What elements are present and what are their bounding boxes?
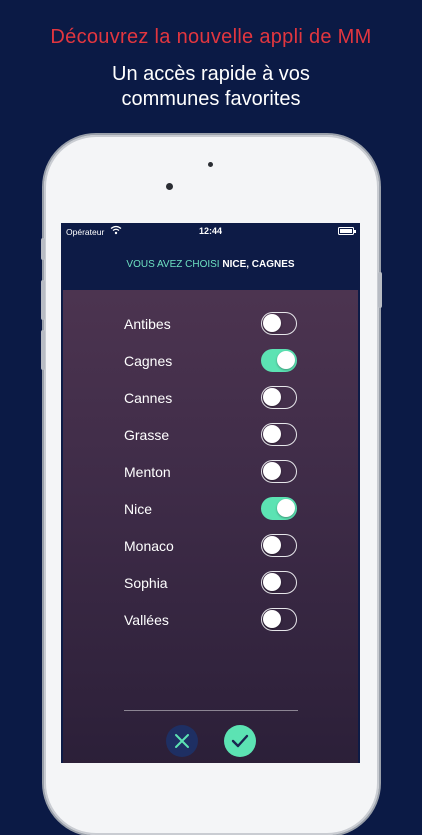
commune-toggle[interactable] xyxy=(261,312,297,335)
commune-toggle[interactable] xyxy=(261,534,297,557)
status-bar: Opérateur 12:44 xyxy=(61,223,360,241)
toggle-knob xyxy=(263,462,281,480)
commune-toggle[interactable] xyxy=(261,423,297,446)
promo-subline-line-2: communes favorites xyxy=(121,88,301,110)
commune-toggle[interactable] xyxy=(261,386,297,409)
communes-panel: Antibes Cagnes Cannes Grasse Menton Nice… xyxy=(63,290,358,763)
toggle-knob xyxy=(263,536,281,554)
commune-row: Antibes xyxy=(63,312,358,336)
confirm-button[interactable] xyxy=(224,725,256,757)
commune-toggle[interactable] xyxy=(261,571,297,594)
commune-label: Sophia xyxy=(124,575,168,591)
toggle-knob xyxy=(263,573,281,591)
commune-label: Vallées xyxy=(124,612,169,628)
commune-row: Nice xyxy=(63,497,358,521)
toggle-knob xyxy=(277,351,295,369)
commune-label: Menton xyxy=(124,464,171,480)
phone-mute-switch xyxy=(41,238,45,260)
toggle-knob xyxy=(263,425,281,443)
toggle-knob xyxy=(277,499,295,517)
commune-row: Menton xyxy=(63,460,358,484)
commune-toggle[interactable] xyxy=(261,460,297,483)
selection-prefix: VOUS AVEZ CHOISI xyxy=(126,259,220,270)
toggle-knob xyxy=(263,610,281,628)
phone-volume-down xyxy=(41,330,45,370)
commune-toggle[interactable] xyxy=(261,608,297,631)
promo-subline-line-1: Un accès rapide à vos xyxy=(112,63,310,85)
divider xyxy=(124,710,298,711)
phone-camera xyxy=(166,183,173,190)
close-icon xyxy=(175,734,189,748)
toggle-knob xyxy=(263,388,281,406)
selection-cities: NICE, CAGNES xyxy=(222,259,295,270)
commune-row: Vallées xyxy=(63,608,358,632)
toggle-knob xyxy=(263,314,281,332)
check-icon xyxy=(231,734,249,748)
commune-row: Cannes xyxy=(63,386,358,410)
commune-label: Antibes xyxy=(124,316,171,332)
battery-icon xyxy=(338,227,356,235)
commune-label: Cagnes xyxy=(124,353,173,369)
commune-label: Cannes xyxy=(124,390,173,406)
commune-toggle[interactable] xyxy=(261,497,297,520)
commune-row: Cagnes xyxy=(63,349,358,373)
status-time: 12:44 xyxy=(198,226,223,236)
cancel-button[interactable] xyxy=(166,725,198,757)
phone-speaker xyxy=(208,162,213,167)
commune-toggle[interactable] xyxy=(261,349,297,372)
promo-subline: Un accès rapide à vos communes favorites xyxy=(0,62,422,112)
app-screen: Opérateur 12:44 VOUS AVEZ CHOISI NICE, C… xyxy=(61,223,360,763)
promo-headline: Découvrez la nouvelle appli de MM xyxy=(50,26,372,48)
phone-power-button xyxy=(378,272,382,308)
phone-volume-up xyxy=(41,280,45,320)
commune-label: Grasse xyxy=(124,427,170,443)
commune-row: Monaco xyxy=(63,534,358,558)
commune-label: Monaco xyxy=(124,538,174,554)
commune-row: Sophia xyxy=(63,571,358,595)
selection-summary: VOUS AVEZ CHOISI NICE, CAGNES xyxy=(61,259,360,270)
commune-label: Nice xyxy=(124,501,153,517)
commune-row: Grasse xyxy=(63,423,358,447)
